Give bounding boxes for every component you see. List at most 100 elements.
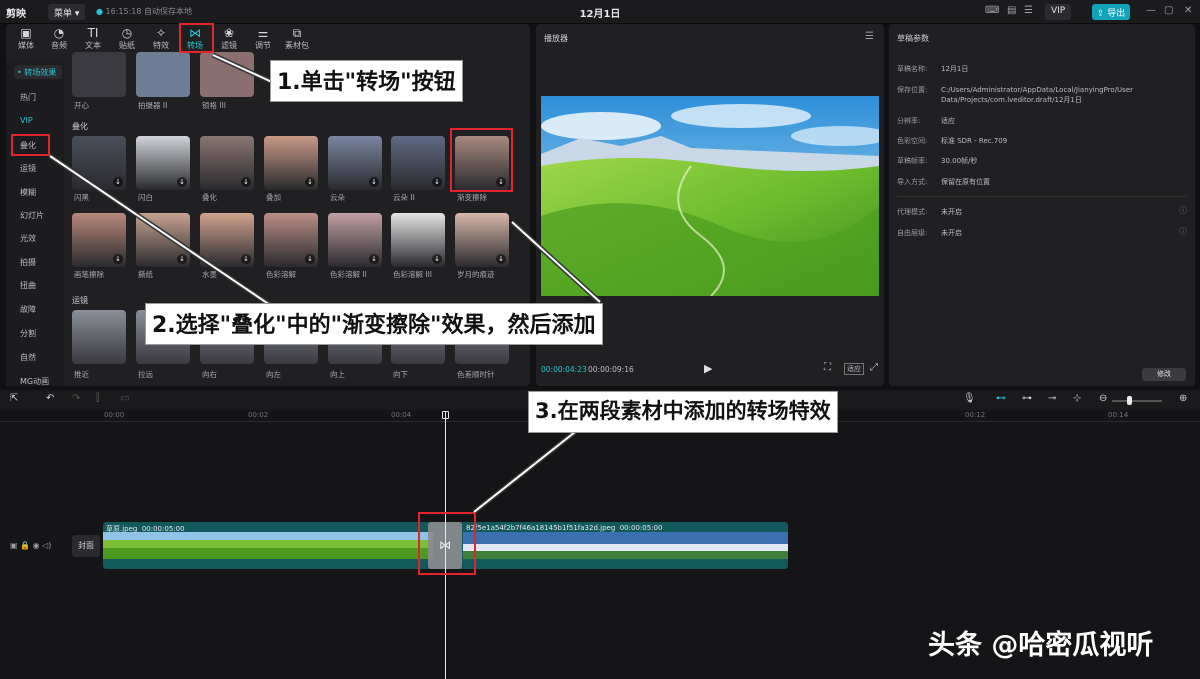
download-icon[interactable]: ↓ — [432, 254, 442, 264]
param-key: 分辨率: — [897, 117, 921, 125]
download-icon[interactable]: ↓ — [113, 254, 123, 264]
tab-sticker[interactable]: ◷ 贴纸 — [112, 26, 142, 51]
transition-thumb-camera-0[interactable] — [72, 310, 126, 364]
check-icon: ● — [96, 7, 106, 16]
transition-thumb-overlay1-3[interactable]: ↓ — [264, 136, 318, 190]
tab-filter[interactable]: ❀ 滤镜 — [214, 26, 244, 51]
transition-thumb-overlay2-2[interactable]: ↓ — [200, 213, 254, 267]
menu-button[interactable]: 菜单 ▾ — [48, 4, 86, 20]
tab-text[interactable]: TI 文本 — [78, 26, 108, 51]
panel-menu-icon[interactable]: ☰ — [865, 31, 874, 42]
undo-icon[interactable]: ↶ — [46, 393, 54, 404]
sidebar-header[interactable]: • 转场效果 — [14, 65, 62, 79]
crop-icon[interactable]: ⛶ — [824, 362, 831, 373]
export-button[interactable]: ⇪ 导出 — [1092, 4, 1130, 20]
tab-adjust[interactable]: ⚌ 调节 — [248, 26, 278, 51]
modify-button[interactable]: 修改 — [1142, 368, 1186, 381]
transition-thumb-overlay2-0[interactable]: ↓ — [72, 213, 126, 267]
tab-package[interactable]: ⧉ 素材包 — [282, 26, 312, 51]
transition-thumb-overlay2-6[interactable]: ↓ — [455, 213, 509, 267]
download-icon[interactable]: ↓ — [241, 254, 251, 264]
transition-thumb-top-2[interactable] — [200, 52, 254, 97]
snap-icon[interactable]: ⊶ — [1022, 393, 1032, 404]
transition-label: 闪白 — [138, 193, 153, 202]
download-icon[interactable]: ↓ — [369, 254, 379, 264]
download-icon[interactable]: ↓ — [432, 177, 442, 187]
sidebar-item-nature[interactable]: 自然 — [20, 352, 36, 363]
sidebar-item-glitch[interactable]: 故障 — [20, 304, 36, 315]
select-tool-icon[interactable]: ⇱ — [10, 393, 18, 404]
zoom-slider[interactable] — [1112, 400, 1162, 402]
cover-button[interactable]: 封面 — [72, 535, 100, 557]
transition-thumb-overlay1-4[interactable]: ↓ — [328, 136, 382, 190]
transition-thumb-overlay2-1[interactable]: ↓ — [136, 213, 190, 267]
transition-label: 水墨 — [202, 270, 217, 279]
sidebar-item-shoot[interactable]: 拍摄 — [20, 257, 36, 268]
transition-thumb-overlay1-5[interactable]: ↓ — [391, 136, 445, 190]
download-icon[interactable]: ↓ — [113, 177, 123, 187]
zoom-in-icon[interactable]: ⊕ — [1179, 393, 1187, 404]
ratio-button[interactable]: 适应 — [844, 363, 864, 375]
redo-icon[interactable]: ↷ — [72, 393, 80, 404]
transition-label: 向下 — [393, 370, 408, 379]
split-icon[interactable]: ⫿ — [96, 393, 99, 404]
settings-icon[interactable]: ☰ — [1024, 5, 1033, 16]
minimize-icon[interactable]: — — [1146, 5, 1156, 16]
sidebar-item-distort[interactable]: 扭曲 — [20, 280, 36, 291]
tab-media[interactable]: ▣ 媒体 — [11, 26, 41, 51]
transition-thumb-overlay2-4[interactable]: ↓ — [328, 213, 382, 267]
download-icon[interactable]: ↓ — [305, 254, 315, 264]
text-icon: TI — [87, 26, 99, 40]
transition-thumb-overlay1-0[interactable]: ↓ — [72, 136, 126, 190]
tab-effects[interactable]: ✧ 特效 — [146, 26, 176, 51]
keyboard-icon[interactable]: ⌨ — [985, 5, 999, 16]
tab-audio[interactable]: ◔ 音频 — [44, 26, 74, 51]
transition-thumb-top-1[interactable] — [136, 52, 190, 97]
sidebar-item-hot[interactable]: 热门 — [20, 92, 36, 103]
transition-thumb-overlay2-5[interactable]: ↓ — [391, 213, 445, 267]
param-value: 适应 — [941, 117, 955, 125]
param-value: 30.00帧/秒 — [941, 157, 978, 165]
download-icon[interactable]: ↓ — [177, 254, 187, 264]
download-icon[interactable]: ↓ — [305, 177, 315, 187]
download-icon[interactable]: ↓ — [496, 254, 506, 264]
sidebar-item-light[interactable]: 光效 — [20, 233, 36, 244]
download-icon[interactable]: ↓ — [369, 177, 379, 187]
transition-thumb-overlay2-3[interactable]: ↓ — [264, 213, 318, 267]
track-lock-icon[interactable]: ▣ 🔒 ◉ ◁) — [10, 541, 51, 550]
info-icon[interactable]: ⓘ — [1179, 205, 1187, 216]
layout-icon[interactable]: ▤ — [1007, 5, 1016, 16]
transition-thumb-overlay1-1[interactable]: ↓ — [136, 136, 190, 190]
maximize-icon[interactable]: ▢ — [1164, 5, 1173, 16]
preview-axis-icon[interactable]: ⊹ — [1073, 393, 1081, 404]
transition-label: 拍摄器 II — [138, 101, 168, 110]
video-preview[interactable] — [541, 96, 879, 296]
transition-label: 渐变擦除 — [457, 193, 487, 202]
transition-label: 色彩溶解 II — [330, 270, 367, 279]
transition-thumb-top-0[interactable] — [72, 52, 126, 97]
linkage-icon[interactable]: ⊸ — [1048, 393, 1056, 404]
download-icon[interactable]: ↓ — [177, 177, 187, 187]
sidebar-item-slideshow[interactable]: 幻灯片 — [20, 210, 44, 221]
vip-button[interactable]: VIP — [1045, 4, 1072, 20]
filter-icon: ❀ — [223, 26, 235, 40]
download-icon[interactable]: ↓ — [241, 177, 251, 187]
zoom-slider-handle[interactable] — [1127, 396, 1132, 405]
info-icon[interactable]: ⓘ — [1179, 226, 1187, 237]
link-icon[interactable]: ⊷ — [996, 393, 1006, 404]
sidebar-item-split[interactable]: 分割 — [20, 328, 36, 339]
fullscreen-icon[interactable]: ⤢ — [870, 362, 878, 373]
mic-icon[interactable]: 🎙 — [963, 393, 976, 404]
param-value: C:/Users/Administrator/AppData/Local/Jia… — [941, 86, 1134, 104]
watermark: 头条 @哈密瓜视听 — [928, 630, 1154, 661]
sidebar-item-blur[interactable]: 模糊 — [20, 187, 36, 198]
zoom-out-icon[interactable]: ⊖ — [1099, 393, 1107, 404]
playhead-handle[interactable] — [442, 411, 449, 419]
play-icon[interactable]: ▶ — [704, 362, 712, 375]
delete-icon[interactable]: ▭ — [120, 393, 129, 404]
close-icon[interactable]: ✕ — [1184, 5, 1192, 16]
sidebar-item-vip[interactable]: VIP — [20, 116, 33, 125]
sidebar-item-camera[interactable]: 运镜 — [20, 163, 36, 174]
sidebar-item-mg[interactable]: MG动画 — [20, 376, 49, 387]
transition-thumb-overlay1-2[interactable]: ↓ — [200, 136, 254, 190]
